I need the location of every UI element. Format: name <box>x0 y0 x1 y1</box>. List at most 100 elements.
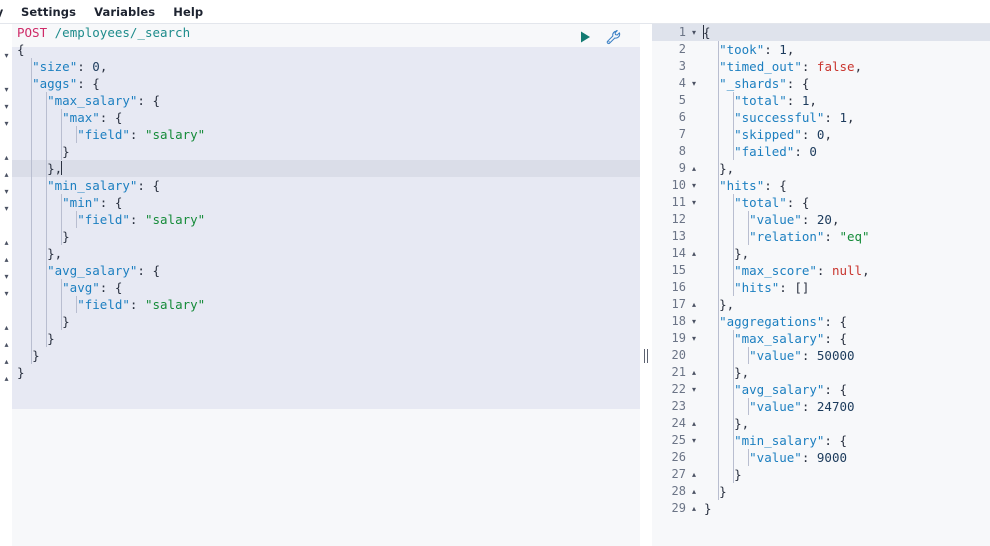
request-line[interactable]: "field": "salary" <box>12 126 640 143</box>
response-line[interactable]: 20 "value": 50000 <box>652 347 990 364</box>
fold-close-icon[interactable]: ▴ <box>689 483 699 500</box>
response-line[interactable]: 19 ▾ "max_salary": { <box>652 330 990 347</box>
fold-open-icon[interactable]: ▾ <box>2 268 11 285</box>
response-line[interactable]: 22 ▾ "avg_salary": { <box>652 381 990 398</box>
fold-open-icon[interactable]: ▾ <box>2 183 11 200</box>
request-line[interactable]: { <box>12 41 640 58</box>
fold-close-icon[interactable]: ▴ <box>2 370 11 387</box>
response-viewer-panel[interactable]: 1 ▾{2 "took": 1, 3 "timed_out": false, 4 ▾ "… <box>652 24 990 546</box>
fold-open-icon[interactable]: ▾ <box>689 313 699 330</box>
response-line[interactable]: 17 ▴ }, <box>652 296 990 313</box>
request-line[interactable]: "max_salary": { <box>12 92 640 109</box>
send-request-button[interactable] <box>576 28 594 46</box>
fold-open-icon[interactable]: ▾ <box>689 75 699 92</box>
fold-close-icon[interactable]: ▴ <box>2 353 11 370</box>
request-line[interactable]: "field": "salary" <box>12 296 640 313</box>
request-line[interactable]: } <box>12 364 640 381</box>
fold-open-icon[interactable]: ▾ <box>2 47 11 64</box>
response-line[interactable]: 3 "timed_out": false, <box>652 58 990 75</box>
response-line[interactable]: 6 "successful": 1, <box>652 109 990 126</box>
request-gutter[interactable]: ▾ ▾ ▾ ▾ ▴ ▴ ▾ ▾ ▴ ▴ ▾ ▾ ▴ ▴ ▴ ▴ <box>0 24 12 546</box>
wrench-icon[interactable] <box>604 28 622 46</box>
request-code-area[interactable]: POST /employees/_search{ "size": 0, "agg… <box>12 24 640 381</box>
request-line[interactable]: "max": { <box>12 109 640 126</box>
menu-settings[interactable]: Settings <box>12 2 85 22</box>
fold-open-icon[interactable]: ▾ <box>689 24 699 41</box>
menu-variables[interactable]: Variables <box>85 2 164 22</box>
response-line[interactable]: 24 ▴ }, <box>652 415 990 432</box>
fold-close-icon[interactable]: ▴ <box>689 466 699 483</box>
fold-open-icon[interactable]: ▾ <box>2 285 11 302</box>
response-line[interactable]: 23 "value": 24700 <box>652 398 990 415</box>
request-line[interactable]: }, <box>12 245 640 262</box>
fold-close-icon[interactable]: ▴ <box>2 166 11 183</box>
response-line[interactable]: 16 "hits": [] <box>652 279 990 296</box>
response-line[interactable]: 12 "value": 20, <box>652 211 990 228</box>
request-line[interactable]: } <box>12 330 640 347</box>
response-line[interactable]: 26 "value": 9000 <box>652 449 990 466</box>
fold-close-icon[interactable]: ▴ <box>2 319 11 336</box>
fold-close-icon[interactable]: ▴ <box>2 251 11 268</box>
request-line[interactable]: "avg_salary": { <box>12 262 640 279</box>
fold-close-icon[interactable]: ▴ <box>2 234 11 251</box>
request-line[interactable]: "aggs": { <box>12 75 640 92</box>
request-line[interactable]: } <box>12 143 640 160</box>
request-line[interactable]: } <box>12 228 640 245</box>
response-code-area[interactable]: 1 ▾{2 "took": 1, 3 "timed_out": false, 4 ▾ "… <box>652 24 990 517</box>
fold-close-icon[interactable]: ▴ <box>689 160 699 177</box>
response-line[interactable]: 21 ▴ }, <box>652 364 990 381</box>
fold-open-icon[interactable]: ▾ <box>689 381 699 398</box>
request-line[interactable]: "size": 0, <box>12 58 640 75</box>
response-line[interactable]: 5 "total": 1, <box>652 92 990 109</box>
request-editor-panel[interactable]: ▾ ▾ ▾ ▾ ▴ ▴ ▾ ▾ ▴ ▴ ▾ ▾ ▴ ▴ ▴ ▴ POST /employees/_search… <box>0 24 640 546</box>
fold-open-icon[interactable]: ▾ <box>2 115 11 132</box>
response-line[interactable]: 14 ▴ }, <box>652 245 990 262</box>
fold-close-icon[interactable]: ▴ <box>689 364 699 381</box>
response-line[interactable]: 15 "max_score": null, <box>652 262 990 279</box>
request-line[interactable]: "min_salary": { <box>12 177 640 194</box>
request-line[interactable]: "field": "salary" <box>12 211 640 228</box>
request-line[interactable]: } <box>12 313 640 330</box>
panel-resizer[interactable] <box>640 24 652 546</box>
response-line[interactable]: 28 ▴ } <box>652 483 990 500</box>
fold-close-icon[interactable]: ▴ <box>689 245 699 262</box>
request-line[interactable]: }, <box>12 160 640 177</box>
fold-close-icon[interactable]: ▴ <box>689 500 699 517</box>
fold-close-icon[interactable]: ▴ <box>2 149 11 166</box>
request-line[interactable]: "min": { <box>12 194 640 211</box>
request-line[interactable]: "avg": { <box>12 279 640 296</box>
response-line[interactable]: 9 ▴ }, <box>652 160 990 177</box>
response-line[interactable]: 10 ▾ "hits": { <box>652 177 990 194</box>
request-line[interactable]: } <box>12 347 640 364</box>
response-line-text: }, <box>718 160 735 177</box>
fold-open-icon[interactable]: ▾ <box>2 98 11 115</box>
response-line[interactable]: 4 ▾ "_shards": { <box>652 75 990 92</box>
fold-open-icon[interactable]: ▾ <box>689 432 699 449</box>
fold-close-icon[interactable]: ▴ <box>2 336 11 353</box>
line-number: 1 <box>678 25 686 39</box>
response-line-text: "relation": "eq" <box>704 228 870 245</box>
response-line-text: "aggregations": { <box>718 313 848 330</box>
fold-open-icon[interactable]: ▾ <box>689 330 699 347</box>
response-line[interactable]: 13 "relation": "eq" <box>652 228 990 245</box>
menu-help[interactable]: Help <box>164 2 212 22</box>
response-line-text: "value": 50000 <box>704 347 855 364</box>
fold-close-icon[interactable]: ▴ <box>689 415 699 432</box>
response-line[interactable]: 29 ▴} <box>652 500 990 517</box>
fold-open-icon[interactable]: ▾ <box>2 200 11 217</box>
menu-history[interactable]: ry <box>0 2 12 22</box>
response-line[interactable]: 11 ▾ "total": { <box>652 194 990 211</box>
response-line[interactable]: 1 ▾ { <box>652 24 990 41</box>
fold-close-icon[interactable]: ▴ <box>689 296 699 313</box>
response-line[interactable]: 2 "took": 1, <box>652 41 990 58</box>
response-line[interactable]: 18 ▾ "aggregations": { <box>652 313 990 330</box>
fold-open-icon[interactable]: ▾ <box>689 194 699 211</box>
request-method-line[interactable]: POST /employees/_search <box>12 24 640 41</box>
fold-open-icon[interactable]: ▾ <box>689 177 699 194</box>
response-line[interactable]: 25 ▾ "min_salary": { <box>652 432 990 449</box>
response-line[interactable]: 7 "skipped": 0, <box>652 126 990 143</box>
response-line[interactable]: 27 ▴ } <box>652 466 990 483</box>
response-line-text: } <box>704 466 742 483</box>
fold-open-icon[interactable]: ▾ <box>2 81 11 98</box>
response-line[interactable]: 8 "failed": 0 <box>652 143 990 160</box>
